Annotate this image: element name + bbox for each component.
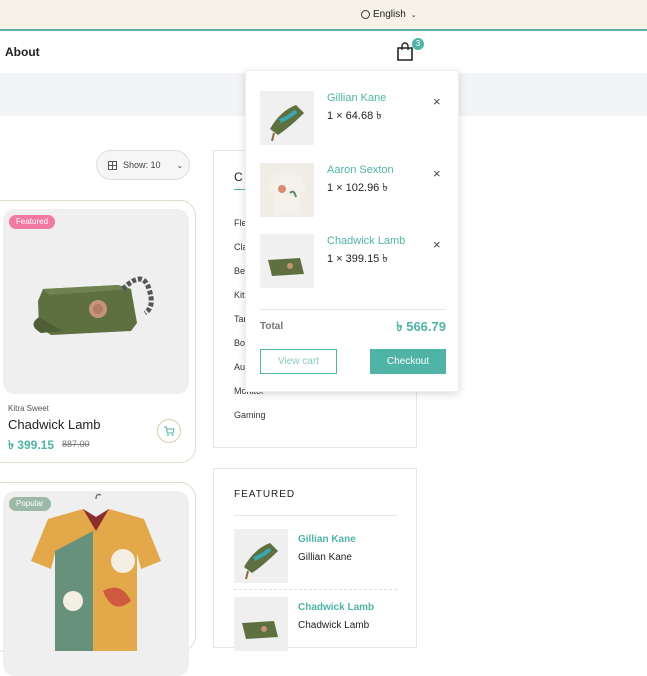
featured-item-subtitle: Chadwick Lamb: [298, 620, 370, 631]
close-icon[interactable]: ×: [433, 237, 441, 252]
featured-title: FEATURED: [234, 489, 296, 500]
chevron-down-icon: ⌄: [410, 11, 417, 19]
cart-icon: [164, 426, 175, 436]
product-card[interactable]: Featured Kitra Sweet Chadwick Lamb ৳ 399…: [0, 200, 196, 463]
checkout-button[interactable]: Checkout: [370, 349, 446, 374]
featured-item-subtitle: Gillian Kane: [298, 552, 352, 563]
bag-image: [3, 209, 189, 394]
category-link[interactable]: Bo: [234, 338, 245, 348]
cart-item-thumb[interactable]: [260, 163, 314, 217]
language-selector[interactable]: English ⌄: [361, 9, 417, 20]
top-bar: English ⌄: [0, 0, 647, 31]
cart-item: Chadwick Lamb 1 × 399.15 ৳ ×: [260, 234, 446, 290]
featured-item-name[interactable]: Chadwick Lamb: [298, 602, 374, 613]
product-card[interactable]: Popular: [0, 482, 196, 676]
cart-item-qty-price: 1 × 102.96 ৳: [327, 182, 388, 194]
category-link[interactable]: Be: [234, 266, 245, 276]
cart-item-qty-price: 1 × 399.15 ৳: [327, 253, 388, 265]
show-label: Show: 10: [123, 160, 161, 170]
categories-title: C: [234, 170, 243, 184]
cart-item: Gillian Kane 1 × 64.68 ৳ ×: [260, 91, 446, 147]
cart-item-name[interactable]: Gillian Kane: [327, 92, 386, 104]
total-label: Total: [260, 321, 284, 332]
cart-item-qty-price: 1 × 64.68 ৳: [327, 110, 382, 122]
divider: [234, 589, 397, 590]
cart-count-badge: 3: [412, 38, 424, 50]
featured-thumb[interactable]: [234, 529, 288, 583]
sandal-image: [260, 91, 314, 145]
category-link[interactable]: Kit: [234, 290, 245, 300]
chevron-down-icon: ⌄: [176, 160, 184, 170]
product-image[interactable]: Featured: [3, 209, 189, 394]
close-icon[interactable]: ×: [433, 166, 441, 181]
close-icon[interactable]: ×: [433, 94, 441, 109]
featured-thumb[interactable]: [234, 597, 288, 651]
main-nav: About 3: [0, 33, 647, 73]
grid-icon: [108, 160, 117, 170]
product-brand: Kitra Sweet: [8, 404, 49, 413]
category-link[interactable]: Au: [234, 362, 245, 372]
view-cart-button[interactable]: View cart: [260, 349, 337, 374]
sandal-image: [234, 529, 288, 583]
cart-item-thumb[interactable]: [260, 91, 314, 145]
cart-item-name[interactable]: Aaron Sexton: [327, 164, 394, 176]
bag-image: [260, 234, 314, 288]
product-name[interactable]: Chadwick Lamb: [8, 417, 101, 432]
mini-cart-dropdown: Gillian Kane 1 × 64.68 ৳ × Aaron Sexton …: [245, 70, 459, 392]
bag-image: [234, 597, 288, 651]
featured-item-name[interactable]: Gillian Kane: [298, 534, 356, 545]
popular-badge: Popular: [9, 497, 51, 511]
shirt-image: [260, 163, 314, 217]
cart-item-thumb[interactable]: [260, 234, 314, 288]
featured-badge: Featured: [9, 215, 56, 229]
nav-link-about[interactable]: About: [5, 45, 40, 59]
add-to-cart-button[interactable]: [157, 419, 181, 443]
featured-widget: FEATURED Gillian Kane Gillian Kane Chadw…: [213, 468, 417, 651]
divider: [234, 515, 397, 516]
category-link[interactable]: Gaming: [234, 410, 266, 420]
product-image[interactable]: Popular: [3, 491, 189, 676]
globe-icon: [361, 10, 370, 19]
total-amount: ৳ 566.79: [396, 319, 446, 334]
product-old-price: 887.00: [62, 439, 90, 449]
language-label: English: [373, 9, 406, 20]
shirt-image: [3, 491, 189, 676]
cart-item-name[interactable]: Chadwick Lamb: [327, 235, 405, 247]
show-per-page-select[interactable]: Show: 10 ⌄: [96, 150, 190, 180]
cart-item: Aaron Sexton 1 × 102.96 ৳ ×: [260, 163, 446, 219]
product-price: ৳ 399.15: [8, 438, 55, 452]
divider: [260, 309, 446, 310]
